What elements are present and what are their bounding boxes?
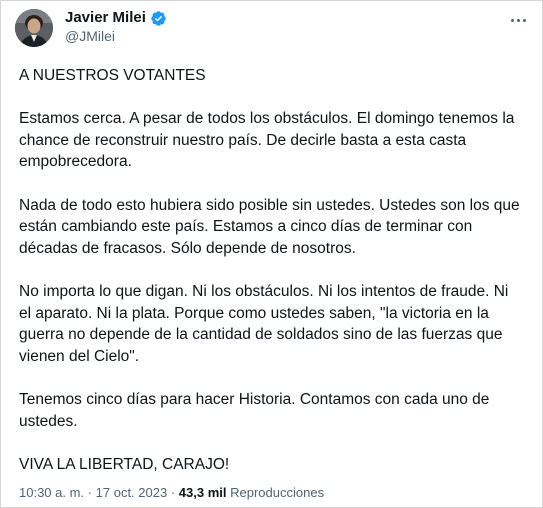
tweet-card: Javier Milei @JMilei A NUESTROS VOTANTES… <box>0 0 543 508</box>
verified-badge-icon <box>150 10 167 27</box>
author-row: Javier Milei <box>65 9 167 27</box>
tweet-paragraph: Tenemos cinco días para hacer Historia. … <box>19 390 490 430</box>
tweet-paragraph: Estamos cerca. A pesar de todos los obst… <box>19 110 515 171</box>
author-handle[interactable]: @JMilei <box>65 28 115 45</box>
tweet-paragraph: VIVA LA LIBERTAD, CARAJO! <box>19 455 230 473</box>
avatar[interactable] <box>15 9 53 47</box>
tweet-paragraph: A NUESTROS VOTANTES <box>19 67 206 84</box>
tweet-meta: 10:30 a. m. · 17 oct. 2023 · 43,3 mil Re… <box>19 485 324 501</box>
tweet-date[interactable]: 17 oct. 2023 <box>96 485 168 500</box>
tweet-paragraph: Nada de todo esto hubiera sido posible s… <box>19 196 520 257</box>
tweet-paragraph: No importa lo que digan. Ni los obstácul… <box>19 282 509 365</box>
views-label: Reproducciones <box>230 485 325 500</box>
meta-separator: · <box>170 485 176 500</box>
tweet-body: A NUESTROS VOTANTES Estamos cerca. A pes… <box>19 65 524 475</box>
tweet-time[interactable]: 10:30 a. m. <box>19 485 84 500</box>
views-count: 43,3 mil <box>178 485 227 500</box>
meta-separator: · <box>87 485 93 500</box>
author-name[interactable]: Javier Milei <box>65 9 146 27</box>
more-options-icon[interactable] <box>509 11 527 29</box>
